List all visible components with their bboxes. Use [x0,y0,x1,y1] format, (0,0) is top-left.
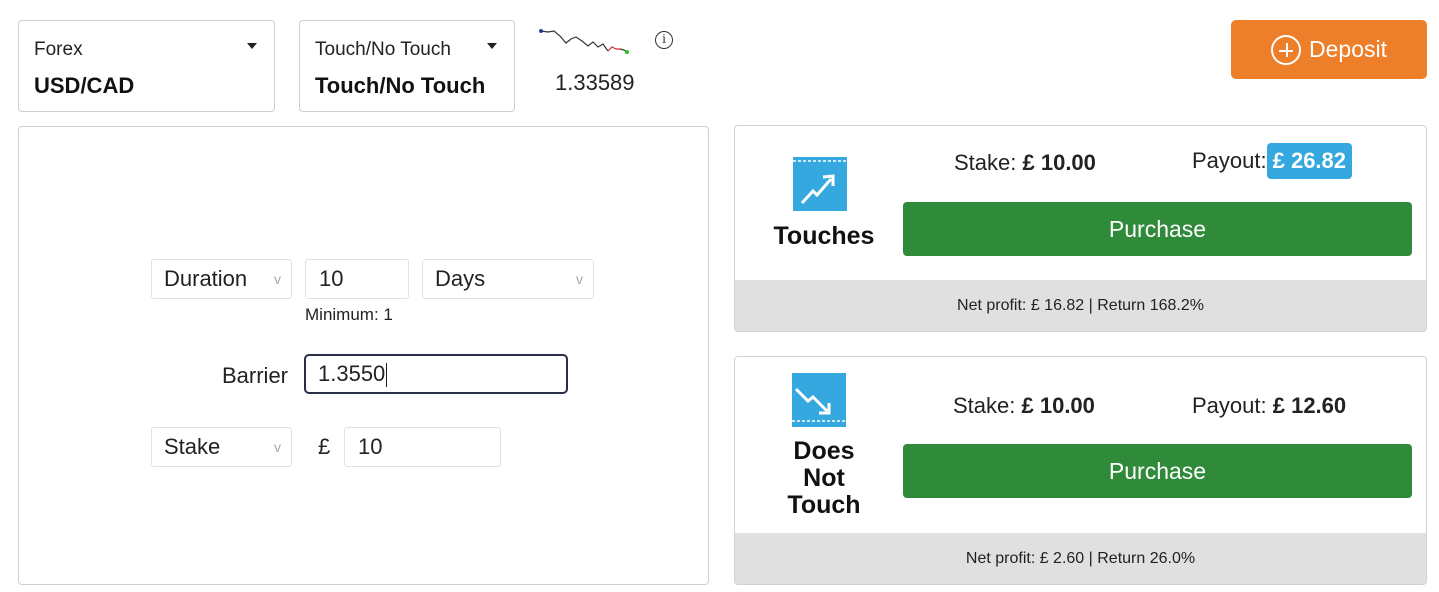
does-not-touch-contract-card: Does Not Touch Stake: £ 10.00 Payout: £ … [734,356,1427,585]
does-not-touch-title-line-2: Not [803,464,845,492]
chevron-down-icon: v [274,271,281,287]
info-icon[interactable]: i [655,31,673,49]
touches-payout-label: Payout: [1192,148,1267,173]
does-not-touch-arrow-down-icon [792,373,846,427]
does-not-touch-net-profit: Net profit: £ 2.60 | Return 26.0% [735,533,1426,584]
duration-select-label: Duration [164,266,248,291]
does-not-touch-title-line-1: Does [793,437,855,465]
touches-stake-value: £ 10.00 [1022,150,1096,175]
touches-payout-value: £ 26.82 [1266,143,1353,179]
deposit-label: Deposit [1309,36,1387,62]
does-not-touch-title: Does Not Touch [755,438,893,519]
does-not-touch-stake: Stake: £ 10.00 [953,393,1095,419]
does-not-touch-stake-label: Stake: [953,393,1016,418]
contract-type-value-label: Touch/No Touch [315,73,486,98]
touches-stake-label: Stake: [954,150,1017,175]
duration-unit-select[interactable]: Days v [422,259,594,299]
deposit-button[interactable]: Deposit [1231,20,1427,79]
does-not-touch-title-line-3: Touch [787,491,861,519]
chevron-down-icon: v [274,439,281,455]
duration-input[interactable]: 10 [305,259,409,299]
does-not-touch-payout: Payout: £ 12.60 [1192,393,1346,419]
stake-select-label: Stake [164,434,221,459]
does-not-touch-payout-value: £ 12.60 [1272,393,1347,418]
touches-stake: Stake: £ 10.00 [954,150,1096,176]
duration-unit-label: Days [435,266,486,291]
sparkline-end-dot [625,50,629,54]
spot-price: 1.33589 [555,70,635,95]
touches-net-profit: Net profit: £ 16.82 | Return 168.2% [735,280,1426,331]
does-not-touch-stake-value: £ 10.00 [1021,393,1095,418]
contract-type-category-label: Touch/No Touch [315,39,451,60]
currency-symbol: £ [318,434,331,459]
market-category-label: Forex [34,39,83,60]
contract-type-dropdown[interactable]: Touch/No Touch Touch/No Touch [299,20,515,112]
sparkline-line-dark [540,30,609,52]
price-sparkline [539,29,629,54]
stake-input[interactable]: 10 [344,427,501,467]
chevron-down-icon: v [576,271,583,287]
duration-select[interactable]: Duration v [151,259,292,299]
market-symbol-label: USD/CAD [34,73,135,98]
market-dropdown[interactable]: Forex USD/CAD [18,20,275,112]
touches-title: Touches [773,222,875,250]
does-not-touch-purchase-button[interactable]: Purchase [903,444,1412,498]
stake-select[interactable]: Stake v [151,427,292,467]
touches-payout: Payout: £ 26.82 [1192,143,1353,179]
barrier-label: Barrier [222,363,289,388]
trade-parameters-panel: Duration v 10 Days v Minimum: 1 Barrier … [18,126,709,585]
duration-minimum-note: Minimum: 1 [305,305,393,324]
does-not-touch-payout-label: Payout: [1192,393,1267,418]
touches-purchase-button[interactable]: Purchase [903,202,1412,256]
barrier-input[interactable]: 1.3550 [304,354,568,394]
touches-contract-card: Touches Stake: £ 10.00 Payout: £ 26.82 Pu… [734,125,1427,332]
plus-circle-icon [1271,34,1301,65]
touches-arrow-up-icon [793,157,847,211]
chevron-down-icon [247,43,257,49]
sparkline-line-red [607,46,620,52]
chevron-down-icon [487,43,497,49]
